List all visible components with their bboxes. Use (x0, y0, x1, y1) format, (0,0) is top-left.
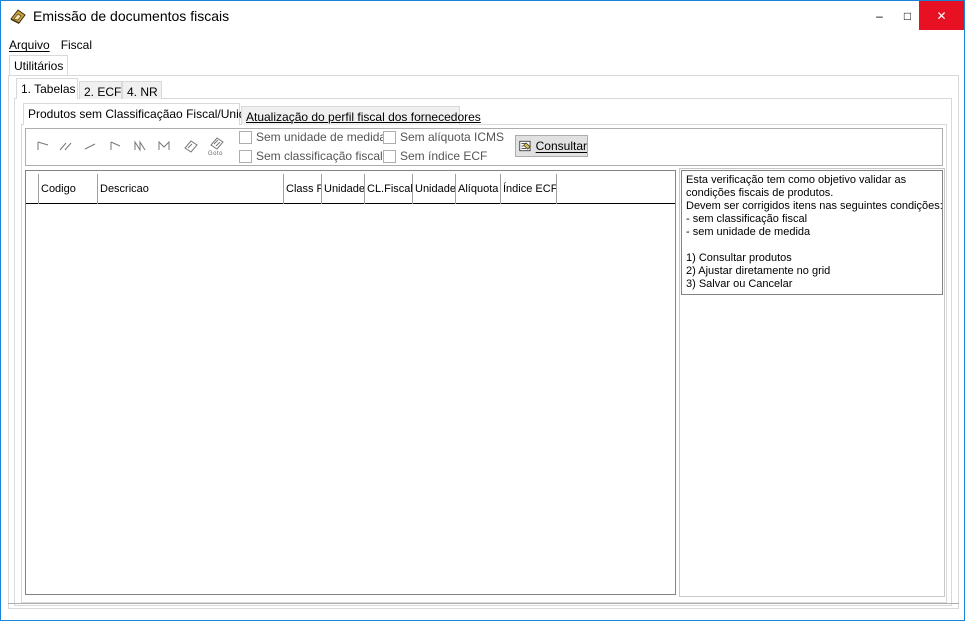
last-record-icon[interactable] (157, 139, 173, 153)
client-area: Arquivo Fiscal Utilitários 1. Tabelas 2.… (1, 31, 964, 620)
next-page-icon[interactable] (133, 139, 149, 153)
info-line: Devem ser corrigidos itens nas seguintes… (686, 200, 943, 212)
info-line: - sem classificação fiscal (686, 213, 808, 225)
info-line: condições fiscais de produtos. (686, 187, 834, 199)
column-header-codigo[interactable]: Codigo (39, 174, 98, 204)
app-icon (10, 9, 26, 24)
info-line: 2) Ajustar diretamente no grid (686, 265, 831, 277)
tab-ecf[interactable]: 2. ECF (79, 81, 122, 99)
checkbox-box[interactable] (383, 130, 396, 144)
info-line: - sem unidade de medida (686, 226, 811, 238)
info-line: Esta verificação tem como objetivo valid… (686, 174, 907, 186)
query-icon (519, 140, 531, 152)
menu-bar: Arquivo Fiscal (9, 38, 92, 54)
column-header-unidade[interactable]: Unidade (322, 174, 365, 204)
checkbox-sem-aliquota-icms[interactable]: Sem alíquota ICMS (383, 130, 504, 144)
title-bar[interactable]: Emissão de documentos fiscais – □ ✕ (1, 1, 964, 31)
tab-produtos-sem-classificacao[interactable]: Produtos sem Classificaçãao Fiscal/Unida… (23, 103, 265, 125)
maximize-icon: □ (903, 8, 912, 23)
info-memo[interactable]: Esta verificação tem como objetivo valid… (681, 170, 943, 295)
checkbox-sem-classificacao-fiscal[interactable]: Sem classificação fiscal (239, 149, 383, 163)
info-line: 3) Salvar ou Cancelar (686, 278, 793, 290)
prior-page-icon[interactable] (58, 139, 74, 153)
checkbox-box[interactable] (239, 130, 252, 144)
tab-atualizacao-perfil-fiscal[interactable]: Atualização do perfil fiscal dos fornece… (241, 106, 481, 125)
grid-header: Codigo Descricao Class F Unidade CL.Fisc… (26, 174, 675, 204)
checkbox-box[interactable] (383, 149, 396, 163)
first-record-icon[interactable] (35, 139, 51, 153)
column-header-cl-fiscal[interactable]: CL.Fiscal (365, 174, 413, 204)
close-button[interactable]: ✕ (919, 1, 964, 30)
prior-record-icon[interactable] (82, 139, 98, 153)
consultar-label: Consultar (535, 139, 587, 153)
menu-fiscal[interactable]: Fiscal (61, 38, 92, 54)
tab-utilitarios[interactable]: Utilitários (9, 55, 69, 75)
minimize-icon: – (876, 8, 883, 23)
checkbox-label: Sem índice ECF (400, 149, 488, 163)
main-window: Emissão de documentos fiscais – □ ✕ Arqu… (0, 0, 965, 621)
info-line: 1) Consultar produtos (686, 252, 792, 264)
goto-bookmark-icon (210, 137, 224, 150)
tab-tabelas[interactable]: 1. Tabelas (16, 78, 78, 99)
column-header-aliquota[interactable]: Alíquota (456, 174, 501, 204)
bookmark-icon[interactable] (183, 139, 199, 153)
info-line (686, 239, 938, 252)
column-header-indice-ecf[interactable]: Índice ECF (501, 174, 557, 204)
checkbox-label: Sem classificação fiscal (256, 149, 383, 163)
checkbox-sem-indice-ecf[interactable]: Sem índice ECF (383, 149, 487, 163)
column-header-unidade-2[interactable]: Unidade (413, 174, 456, 204)
checkbox-label: Sem unidade de medida (256, 130, 387, 144)
checkbox-box[interactable] (239, 149, 252, 163)
next-record-icon[interactable] (108, 139, 124, 153)
toolbar: Goto Sem unidade de medida Sem classific… (25, 128, 943, 166)
checkbox-sem-unidade-medida[interactable]: Sem unidade de medida (239, 130, 386, 144)
produtos-grid[interactable]: Codigo Descricao Class F Unidade CL.Fisc… (25, 170, 676, 595)
column-header-class-f[interactable]: Class F (284, 174, 322, 204)
menu-arquivo[interactable]: Arquivo (9, 38, 50, 54)
status-bar (8, 603, 959, 611)
column-header-descricao[interactable]: Descricao (98, 174, 284, 204)
tab-nr[interactable]: 4. NR (122, 81, 162, 99)
close-icon: ✕ (936, 8, 947, 23)
checkbox-label: Sem alíquota ICMS (400, 130, 505, 144)
goto-label: Goto (208, 151, 224, 157)
consultar-button[interactable]: Consultar (515, 135, 588, 157)
goto-bookmark-button[interactable]: Goto (208, 135, 228, 161)
window-title: Emissão de documentos fiscais (33, 8, 230, 24)
grid-indicator-column (26, 174, 39, 204)
